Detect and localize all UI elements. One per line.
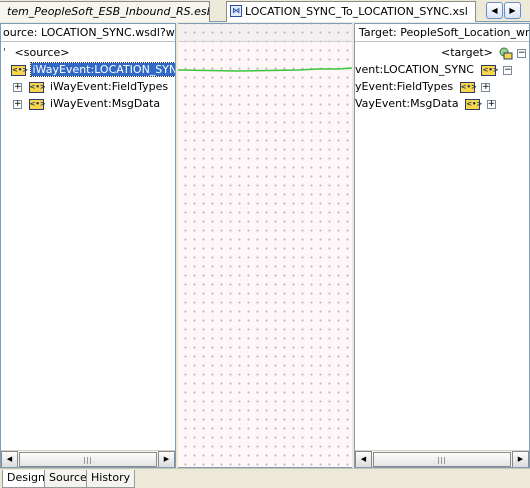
element-node-icon: <•> [459,81,477,93]
tab-esb-service-file[interactable]: tem_PeopleSoft_ESB_Inbound_RS.esbsvc [0,1,210,22]
source-root-label: <source> [14,46,70,59]
grip-line [444,457,445,464]
triangle-right-icon: ▶ [509,6,516,15]
tab-design-label: Design [7,471,45,484]
grip-line [84,457,85,464]
triangle-left-icon: ◀ [6,455,13,463]
scrollbar-thumb[interactable] [373,452,511,467]
source-node-label: iWayEvent:FieldTypes [50,80,169,93]
source-tree-panel: ource: LOCATION_SYNC.wsdl?wsdl ' <source… [0,23,176,468]
tab-history-label: History [91,471,131,484]
xsl-file-icon: ⋈ [230,5,242,17]
target-root-node-icon [499,47,513,60]
grip-line [90,457,91,464]
source-horizontal-scrollbar[interactable]: ◀ ▶ [1,450,175,467]
element-node-icon: <•> [28,81,46,93]
tab-design[interactable]: Design [2,470,50,488]
scroll-right-button[interactable]: ▶ [158,451,175,467]
scroll-left-button[interactable]: ◀ [1,451,18,467]
scrollbar-thumb[interactable] [19,452,157,467]
expand-plus-icon[interactable]: + [13,82,22,92]
grip-line [87,457,88,464]
element-node-icon: <•> [28,98,46,110]
mapping-lines [178,67,352,72]
source-node-location-sync[interactable]: <•> iWayEvent:LOCATION_SYNC [11,61,175,78]
source-node-msgdata[interactable]: + <•> iWayEvent:MsgData [13,95,160,112]
tab-source[interactable]: Source [44,470,92,488]
triangle-right-icon: ▶ [163,455,170,463]
triangle-right-icon: ▶ [517,455,524,463]
tab-xsl-map-label: LOCATION_SYNC_To_LOCATION_SYNC.xsl [245,5,468,18]
triangle-left-icon: ◀ [491,6,498,15]
target-node-label: yEvent:FieldTypes [355,80,454,93]
target-node-label: VayEvent:MsgData [355,97,459,110]
source-node-label: iWayEvent:LOCATION_SYNC [30,63,175,76]
collapse-minus-icon[interactable]: − [502,65,512,75]
mapping-link-line[interactable] [178,67,352,72]
source-root-node[interactable]: ' <source> [3,44,70,61]
target-node-msgdata[interactable]: VayEvent:MsgData <•> + [355,95,496,112]
tab-source-label: Source [49,471,87,484]
expand-plus-icon[interactable]: + [13,99,22,109]
scroll-right-button[interactable]: ▶ [512,451,529,467]
expand-plus-icon[interactable]: + [481,82,491,92]
target-panel-title: Target: PeopleSoft_Location_write [355,24,529,42]
source-node-fieldtypes[interactable]: + <•> iWayEvent:FieldTypes [13,78,168,95]
scroll-tabs-right-button[interactable]: ▶ [504,2,521,19]
editor-tab-bar: tem_PeopleSoft_ESB_Inbound_RS.esbsvc ⋈ L… [0,0,530,22]
target-node-location-sync[interactable]: vent:LOCATION_SYNC <•> − [355,61,512,78]
target-horizontal-scrollbar[interactable]: ◀ ▶ [355,450,529,467]
collapse-minus-icon[interactable]: − [516,48,526,58]
target-tree-panel: Target: PeopleSoft_Location_write <targe… [354,23,530,468]
grip-line [441,457,442,464]
grip-line [438,457,439,464]
tab-xsl-map-file[interactable]: ⋈ LOCATION_SYNC_To_LOCATION_SYNC.xsl [226,1,476,22]
scroll-left-button[interactable]: ◀ [355,451,372,467]
expand-plus-icon[interactable]: + [486,99,496,109]
scroll-tabs-left-button[interactable]: ◀ [486,2,503,19]
target-node-label: vent:LOCATION_SYNC [355,63,474,76]
tab-history[interactable]: History [86,470,136,488]
element-node-icon: <•> [11,64,29,76]
mapping-canvas[interactable] [178,23,352,468]
tab-esb-service-label: tem_PeopleSoft_ESB_Inbound_RS.esbsvc [7,5,210,18]
source-node-label: iWayEvent:MsgData [50,97,161,110]
element-node-icon: <•> [481,64,499,76]
editor-view-tabs: Design Source History [0,468,530,488]
target-node-fieldtypes[interactable]: yEvent:FieldTypes <•> + [355,78,491,95]
triangle-left-icon: ◀ [360,455,367,463]
target-root-label: <target> [441,46,493,59]
element-node-icon: <•> [465,98,483,110]
source-panel-title: ource: LOCATION_SYNC.wsdl?wsdl [1,24,175,42]
source-root-marker: ' [3,46,7,59]
target-root-node[interactable]: <target> − [441,44,526,61]
